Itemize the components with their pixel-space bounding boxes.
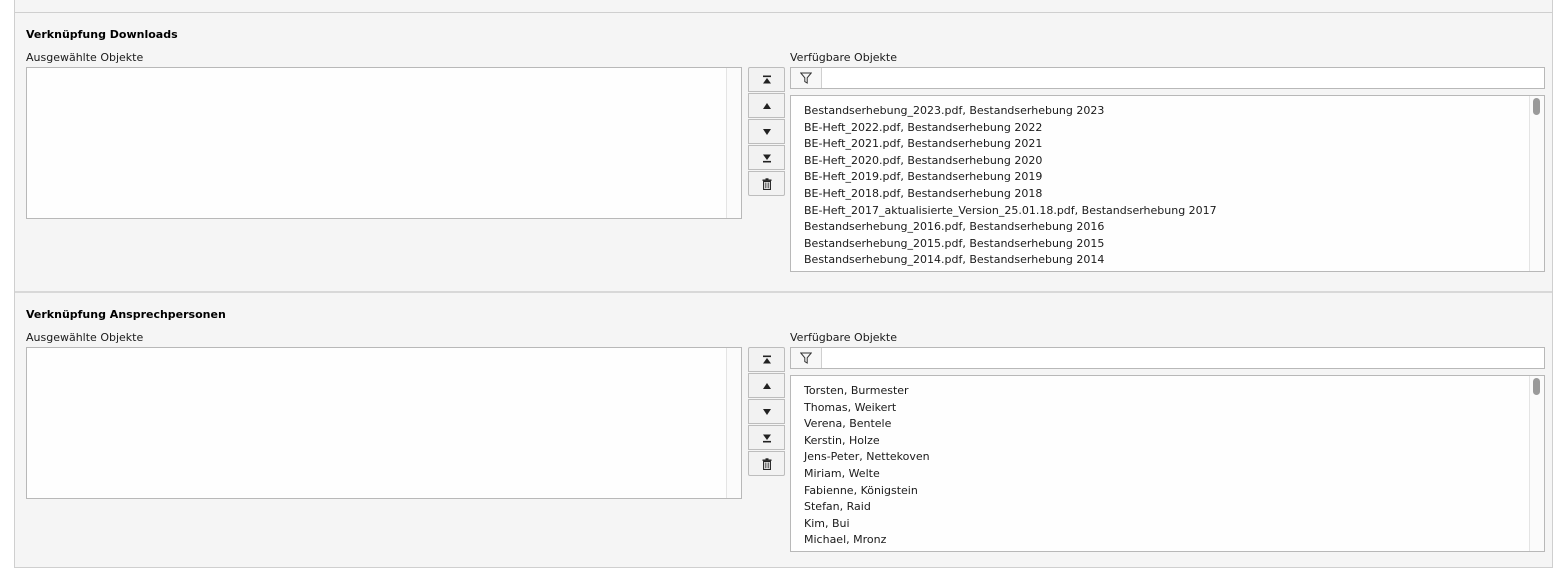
- available-objects-label: Verfügbare Objekte: [790, 51, 897, 64]
- list-item[interactable]: BE-Heft_2020.pdf, Bestandserhebung 2020: [804, 153, 1544, 170]
- selected-list-scrollbar[interactable]: [726, 348, 741, 498]
- filter-icon-box[interactable]: [791, 68, 822, 88]
- move-to-top-button[interactable]: [748, 67, 785, 92]
- form-frame: Verknüpfung Downloads Ausgewählte Objekt…: [14, 0, 1554, 568]
- list-item[interactable]: Miriam, Welte: [804, 466, 1544, 483]
- list-item[interactable]: Michael, Mronz: [804, 532, 1544, 549]
- filter-input[interactable]: [822, 348, 1554, 368]
- trash-icon: [762, 457, 771, 470]
- selected-objects-label: Ausgewählte Objekte: [26, 331, 144, 344]
- section-downloads: Verknüpfung Downloads Ausgewählte Objekt…: [15, 12, 1554, 291]
- available-list-scrollbar[interactable]: [1529, 96, 1544, 271]
- list-item[interactable]: BE-Heft_2017_aktualisierte_Version_25.01…: [804, 203, 1544, 220]
- filter-field: [790, 67, 1554, 89]
- selected-objects-label: Ausgewählte Objekte: [26, 51, 144, 64]
- move-buttons: [748, 67, 785, 197]
- list-item[interactable]: BE-Heft_2019.pdf, Bestandserhebung 2019: [804, 169, 1544, 186]
- move-to-bottom-button[interactable]: [748, 425, 785, 450]
- list-item[interactable]: Kerstin, Holze: [804, 433, 1544, 450]
- list-item[interactable]: BE-Heft_2022.pdf, Bestandserhebung 2022: [804, 120, 1544, 137]
- move-up-button[interactable]: [748, 373, 785, 398]
- list-item[interactable]: Jens-Peter, Nettekoven: [804, 449, 1544, 466]
- move-top-icon: [762, 75, 771, 83]
- move-bottom-icon: [762, 434, 771, 442]
- trash-icon: [762, 177, 771, 190]
- selected-list-scrollbar[interactable]: [726, 68, 741, 218]
- remove-button[interactable]: [748, 171, 785, 196]
- list-item[interactable]: Bestandserhebung_2023.pdf, Bestandserheb…: [804, 103, 1544, 120]
- move-up-icon: [762, 382, 771, 389]
- filter-icon-box[interactable]: [791, 348, 822, 368]
- move-to-top-button[interactable]: [748, 347, 785, 372]
- available-objects-label: Verfügbare Objekte: [790, 331, 897, 344]
- available-objects-list[interactable]: Bestandserhebung_2023.pdf, Bestandserheb…: [790, 95, 1545, 272]
- move-top-icon: [762, 355, 771, 363]
- list-item[interactable]: Bestandserhebung_2016.pdf, Bestandserheb…: [804, 219, 1544, 236]
- move-bottom-icon: [762, 154, 771, 162]
- move-buttons: [748, 347, 785, 477]
- selected-objects-list[interactable]: [26, 347, 742, 499]
- filter-icon: [800, 72, 812, 84]
- scrollbar-thumb[interactable]: [1533, 98, 1540, 115]
- filter-icon: [800, 352, 812, 364]
- move-down-icon: [762, 128, 771, 135]
- move-up-icon: [762, 102, 771, 109]
- list-item[interactable]: Verena, Bentele: [804, 416, 1544, 433]
- move-down-button[interactable]: [748, 399, 785, 424]
- scrollbar-thumb[interactable]: [1533, 378, 1540, 395]
- move-down-button[interactable]: [748, 119, 785, 144]
- list-item[interactable]: Stefan, Raid: [804, 499, 1544, 516]
- list-item[interactable]: Kim, Bui: [804, 516, 1544, 533]
- available-list-scrollbar[interactable]: [1529, 376, 1544, 551]
- list-item[interactable]: BE-Heft_2018.pdf, Bestandserhebung 2018: [804, 186, 1544, 203]
- section-title: Verknüpfung Downloads: [26, 28, 178, 41]
- list-item[interactable]: Bestandserhebung_2015.pdf, Bestandserheb…: [804, 236, 1544, 253]
- list-item[interactable]: BE-Heft_2021.pdf, Bestandserhebung 2021: [804, 136, 1544, 153]
- move-down-icon: [762, 408, 771, 415]
- section-contacts: Verknüpfung Ansprechpersonen Ausgewählte…: [15, 291, 1554, 568]
- list-item[interactable]: Thomas, Weikert: [804, 400, 1544, 417]
- section-title: Verknüpfung Ansprechpersonen: [26, 308, 226, 321]
- list-item[interactable]: Fabienne, Königstein: [804, 483, 1544, 500]
- list-item[interactable]: Bestandserhebung_2014.pdf, Bestandserheb…: [804, 252, 1544, 269]
- selected-objects-list[interactable]: [26, 67, 742, 219]
- move-to-bottom-button[interactable]: [748, 145, 785, 170]
- list-item[interactable]: Torsten, Burmester: [804, 383, 1544, 400]
- filter-input[interactable]: [822, 68, 1554, 88]
- filter-field: [790, 347, 1554, 369]
- move-up-button[interactable]: [748, 93, 785, 118]
- remove-button[interactable]: [748, 451, 785, 476]
- available-objects-list[interactable]: Torsten, Burmester Thomas, Weikert Veren…: [790, 375, 1545, 552]
